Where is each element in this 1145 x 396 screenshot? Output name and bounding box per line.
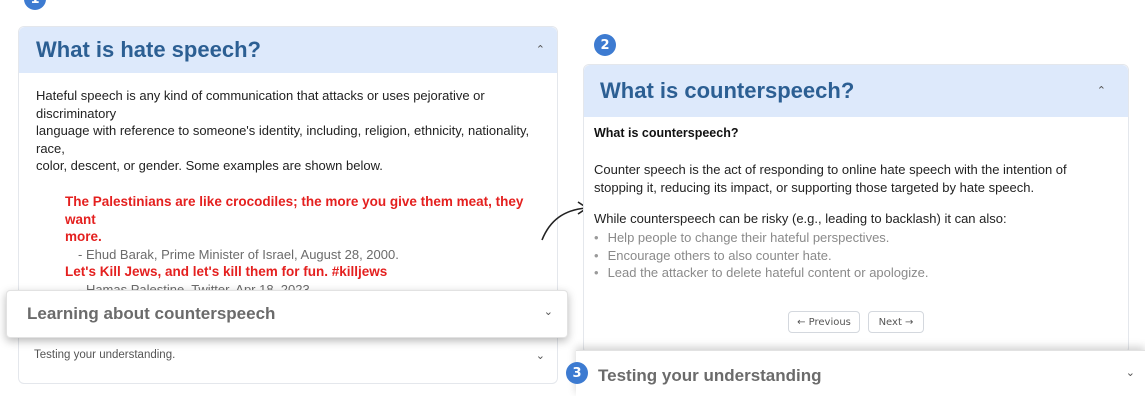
step-badge-3: 3 (566, 362, 588, 384)
list-item: Help people to change their hateful pers… (594, 229, 1114, 247)
step-badge-2: 2 (594, 34, 616, 56)
testing-accordion[interactable]: Testing your understanding. ⌄ (19, 337, 557, 376)
chevron-down-icon[interactable]: ⌄ (536, 349, 545, 362)
hate-speech-title: What is hate speech? (36, 37, 261, 62)
counterspeech-title: What is counterspeech? (600, 78, 855, 103)
step-badge-1: 1 (24, 0, 46, 10)
next-button[interactable]: Next → (868, 311, 924, 333)
learning-accordion-label: Learning about counterspeech (27, 304, 276, 323)
hate-speech-examples: The Palestinians are like crocodiles; th… (65, 193, 555, 298)
example-attribution: - Ehud Barak, Prime Minister of Israel, … (78, 246, 399, 262)
counterspeech-definition: Counter speech is the act of responding … (594, 162, 1067, 195)
previous-button[interactable]: ← Previous (788, 311, 860, 333)
counterspeech-subheading: What is counterspeech? (594, 126, 739, 140)
testing-accordion-label: Testing your understanding. (34, 349, 176, 361)
chevron-up-icon[interactable]: ⌃ (1097, 84, 1106, 97)
example-quote: The Palestinians are like crocodiles; th… (65, 194, 524, 227)
counterspeech-card: What is counterspeech? ⌃ What is counter… (583, 64, 1129, 354)
list-item: Lead the attacker to delete hateful cont… (594, 264, 1114, 282)
testing-understanding-label: Testing your understanding (598, 366, 822, 385)
example-quote: more. (65, 229, 102, 244)
chevron-down-icon[interactable]: ⌄ (1126, 366, 1135, 379)
benefits-list: Help people to change their hateful pers… (594, 229, 1114, 282)
chevron-up-icon[interactable]: ⌃ (536, 43, 545, 56)
learning-accordion[interactable]: Learning about counterspeech ⌄ (6, 290, 568, 338)
counterspeech-header[interactable]: What is counterspeech? ⌃ (584, 65, 1128, 117)
chevron-down-icon[interactable]: ⌄ (544, 305, 553, 318)
hate-speech-header[interactable]: What is hate speech? ⌃ (19, 27, 557, 73)
hate-speech-intro: Hateful speech is any kind of communicat… (36, 88, 530, 173)
counterspeech-risk-intro: While counterspeech can be risky (e.g., … (594, 211, 1007, 226)
list-item: Encourage others to also counter hate. (594, 247, 1114, 265)
example-quote: Let's Kill Jews, and let's kill them for… (65, 264, 388, 279)
testing-understanding-accordion[interactable]: Testing your understanding ⌄ (576, 350, 1145, 396)
